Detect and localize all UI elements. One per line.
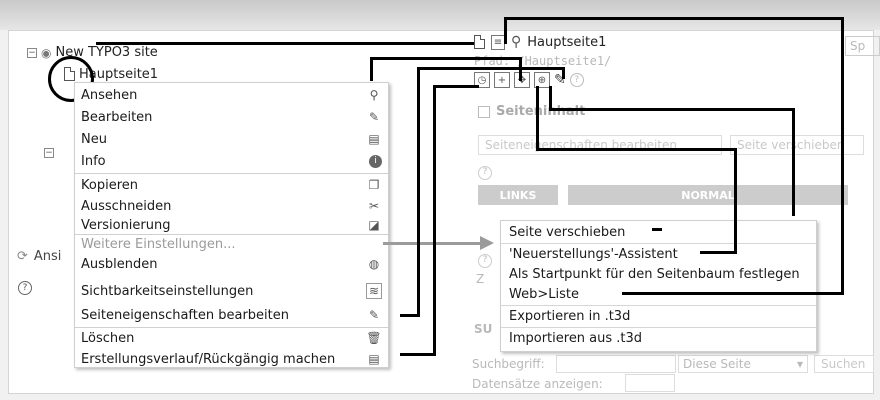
menu-item-neu[interactable]: Neu ▤	[81, 129, 382, 149]
page-header: ≡ ⚲ Hauptseite1	[474, 34, 606, 50]
menu-item-info[interactable]: Info i	[81, 151, 382, 171]
history-icon: ▤	[368, 352, 380, 366]
records-input[interactable]	[625, 374, 675, 392]
su-partial: SU	[474, 322, 493, 336]
edit-icon: ✎	[368, 110, 380, 124]
page-toolbar: ◷ + ✥ ⊕ ✎ ?	[474, 72, 584, 88]
menu-item-erstellungsverlauf[interactable]: Erstellungsverlauf/Rückgängig machen ▤	[81, 349, 382, 369]
versioning-icon: ◪	[368, 218, 380, 232]
top-bar	[0, 0, 880, 30]
page-icon[interactable]	[474, 35, 485, 49]
submenu-item-seite-verschieben[interactable]: Seite verschieben	[509, 222, 810, 242]
submenu-item-export[interactable]: Exportieren in .t3d	[509, 306, 810, 326]
magnifier-icon[interactable]: ⚲	[511, 34, 521, 50]
menu-item-bearbeiten[interactable]: Bearbeiten ✎	[81, 107, 382, 127]
collapse-icon[interactable]: −	[27, 47, 37, 58]
edit-page-properties-button[interactable]: Seiteneigenschaften bearbeiten	[478, 135, 722, 155]
trash-icon: 🗑	[366, 331, 382, 345]
info-icon: i	[369, 154, 382, 168]
help-icon[interactable]: ?	[478, 166, 492, 180]
show-records-label: Datensätze anzeigen:	[472, 377, 603, 391]
column-links: LINKS	[478, 185, 558, 205]
collapse-icon[interactable]: −	[44, 148, 54, 158]
menu-item-loeschen[interactable]: Löschen 🗑	[81, 328, 382, 348]
view-link[interactable]: ⟳ Ansi	[17, 249, 61, 264]
menu-item-ansehen[interactable]: Ansehen ⚲	[81, 85, 382, 105]
context-menu: Ansehen ⚲ Bearbeiten ✎ Neu ▤ Info i Kopieren…	[74, 82, 389, 368]
globe-icon: ◉	[41, 45, 52, 60]
search-box-partial[interactable]: Sp	[845, 36, 880, 56]
submenu-item-assistent[interactable]: 'Neuerstellungs'-Assistent	[509, 244, 810, 264]
scissors-icon: ✂	[368, 199, 380, 213]
submenu-item-import[interactable]: Importieren aus .t3d	[509, 328, 810, 348]
help-icon[interactable]: ?	[478, 254, 492, 268]
column-normal: NORMAL	[568, 185, 848, 205]
search-scope-select[interactable]: Diese Seite ▾	[678, 355, 808, 373]
chevron-down-icon: ▾	[796, 357, 803, 371]
tree-root[interactable]: − ◉ New TYPO3 site	[27, 45, 158, 60]
separator	[75, 173, 388, 174]
submenu-arrow-head	[480, 236, 494, 250]
help-icon[interactable]: ?	[569, 73, 584, 87]
z-partial: Z	[476, 272, 485, 286]
new-record-icon: ▤	[368, 132, 380, 146]
help-icon[interactable]: ?	[18, 281, 32, 295]
menu-item-versionierung[interactable]: Versionierung ◪	[81, 215, 382, 235]
menu-item-kopieren[interactable]: Kopieren ❐	[81, 175, 382, 195]
visibility-icon: ≋	[366, 283, 382, 299]
move-icon[interactable]: ✥	[514, 72, 530, 88]
menu-item-ausblenden[interactable]: Ausblenden ◍	[81, 254, 382, 274]
menu-item-seiteneigenschaften[interactable]: Seiteneigenschaften bearbeiten ✎	[81, 305, 382, 325]
magnifier-icon: ⚲	[369, 88, 379, 102]
search-button[interactable]: Suchen	[814, 355, 874, 373]
list-icon[interactable]: ≡	[491, 34, 505, 50]
new-record-icon[interactable]: +	[494, 72, 510, 88]
search-label: Suchbegriff:	[472, 357, 545, 371]
submenu-item-startpunkt[interactable]: Als Startpunkt für den Seitenbaum festle…	[509, 264, 810, 284]
menu-item-ausschneiden[interactable]: Ausschneiden ✂	[81, 196, 382, 216]
pencil-icon: ✎	[368, 308, 380, 322]
submenu: Seite verschieben 'Neuerstellungs'-Assis…	[500, 220, 817, 352]
menu-item-weitere-einstellungen[interactable]: Weitere Einstellungen...	[81, 234, 382, 254]
refresh-icon: ⟳	[17, 249, 28, 264]
search-input[interactable]	[556, 355, 676, 373]
section-header: Seiteninhalt	[478, 104, 585, 119]
content-icon	[478, 105, 490, 118]
hide-icon: ◍	[368, 257, 380, 271]
menu-item-sichtbarkeit[interactable]: Sichtbarkeitseinstellungen ≋	[81, 280, 382, 302]
page-title: Hauptseite1	[527, 34, 607, 50]
copy-icon: ❐	[368, 178, 380, 192]
